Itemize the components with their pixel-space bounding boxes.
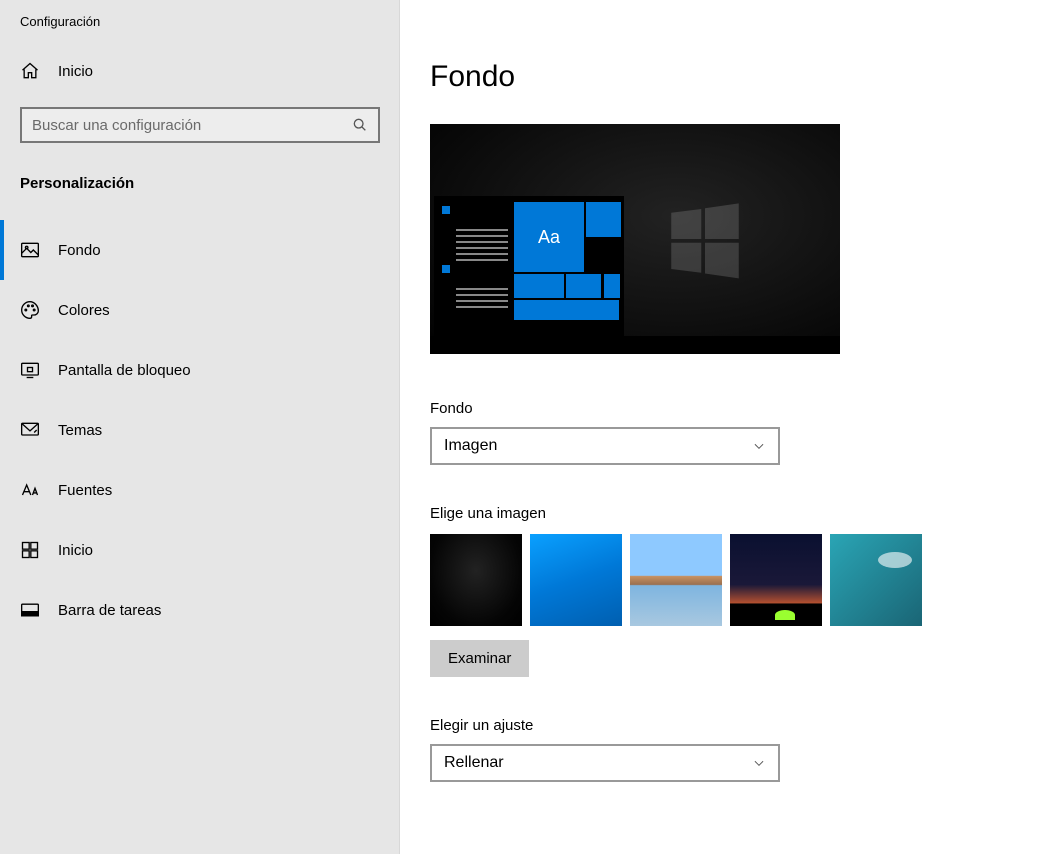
fit-dropdown[interactable]: Rellenar xyxy=(430,744,780,782)
sidebar-item-label: Barra de tareas xyxy=(58,602,161,619)
lockscreen-icon xyxy=(20,360,40,380)
start-icon xyxy=(20,540,40,560)
search-input[interactable] xyxy=(32,117,352,134)
nav-home[interactable]: Inicio xyxy=(0,53,399,89)
preview-start-menu: Aa xyxy=(434,196,624,336)
main-content: Fondo Aa Fondo Imagen xyxy=(400,0,1062,854)
sidebar-item-label: Fondo xyxy=(58,242,101,259)
chevron-down-icon xyxy=(752,756,766,770)
themes-icon xyxy=(20,420,40,440)
background-type-label: Fondo xyxy=(430,400,1032,417)
sidebar-item-label: Temas xyxy=(58,422,102,439)
desktop-preview: Aa xyxy=(430,124,840,354)
sidebar-item-label: Colores xyxy=(58,302,110,319)
home-icon xyxy=(20,61,40,81)
sidebar: Configuración Inicio Personalización Fon… xyxy=(0,0,400,854)
windows-logo-icon xyxy=(660,194,750,284)
search-icon xyxy=(352,117,368,133)
sidebar-item-colores[interactable]: Colores xyxy=(0,280,399,340)
page-title: Fondo xyxy=(430,60,1032,94)
background-type-dropdown[interactable]: Imagen xyxy=(430,427,780,465)
browse-button[interactable]: Examinar xyxy=(430,640,529,677)
sidebar-item-fondo[interactable]: Fondo xyxy=(0,220,399,280)
sidebar-item-temas[interactable]: Temas xyxy=(0,400,399,460)
fonts-icon xyxy=(20,480,40,500)
sidebar-item-label: Pantalla de bloqueo xyxy=(58,362,191,379)
fit-value: Rellenar xyxy=(444,754,504,772)
taskbar-icon xyxy=(20,600,40,620)
wallpaper-thumb-4[interactable] xyxy=(730,534,822,626)
search-box[interactable] xyxy=(20,107,380,143)
sidebar-item-bloqueo[interactable]: Pantalla de bloqueo xyxy=(0,340,399,400)
wallpaper-thumb-2[interactable] xyxy=(530,534,622,626)
sidebar-section-title: Personalización xyxy=(0,143,399,206)
wallpaper-thumb-3[interactable] xyxy=(630,534,722,626)
sidebar-item-inicio[interactable]: Inicio xyxy=(0,520,399,580)
picture-icon xyxy=(20,240,40,260)
image-thumbnails xyxy=(430,534,1032,626)
nav-home-label: Inicio xyxy=(58,63,93,80)
choose-image-label: Elige una imagen xyxy=(430,505,1032,522)
palette-icon xyxy=(20,300,40,320)
sidebar-item-label: Inicio xyxy=(58,542,93,559)
background-type-value: Imagen xyxy=(444,437,497,455)
chevron-down-icon xyxy=(752,439,766,453)
wallpaper-thumb-5[interactable] xyxy=(830,534,922,626)
sidebar-item-barra[interactable]: Barra de tareas xyxy=(0,580,399,640)
fit-label: Elegir un ajuste xyxy=(430,717,1032,734)
sidebar-item-fuentes[interactable]: Fuentes xyxy=(0,460,399,520)
preview-tile-text: Aa xyxy=(514,202,584,272)
nav-list: Fondo Colores Pantalla de bloqueo Temas xyxy=(0,206,399,640)
app-title: Configuración xyxy=(0,14,399,53)
sidebar-item-label: Fuentes xyxy=(58,482,112,499)
wallpaper-thumb-1[interactable] xyxy=(430,534,522,626)
